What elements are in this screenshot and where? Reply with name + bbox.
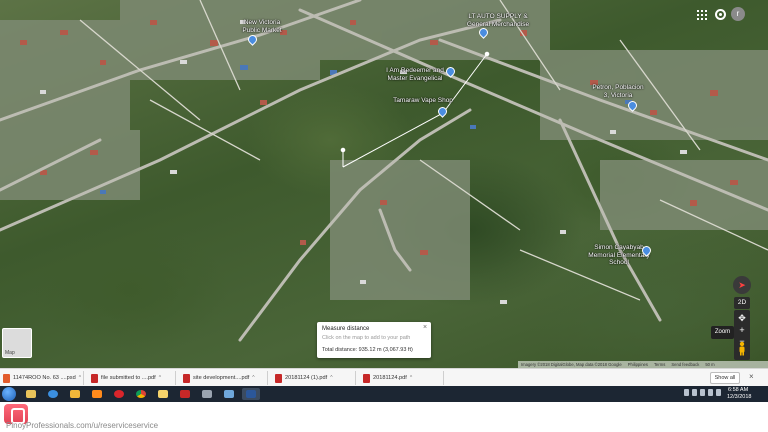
download-item[interactable]: file submitted to ....pdf ^ [88, 371, 176, 385]
file-explorer-icon[interactable] [22, 388, 40, 400]
measure-distance-card: Measure distance × Click on the map to a… [317, 322, 431, 358]
measure-hint: Click on the map to add to your path [322, 335, 411, 341]
scale-label: 50 m [705, 362, 715, 367]
download-filename: 11474ROO No. 63 ....psd [13, 375, 76, 381]
show-all-downloads-button[interactable]: Show all [710, 372, 740, 384]
satellite-map[interactable]: New Victoria Public Market LT AUTO SUPPL… [0, 0, 768, 368]
download-item[interactable]: 20181124 (1).pdf ^ [272, 371, 356, 385]
watermark-text: PinoyProfessionals.com/u/reserviceservic… [6, 421, 159, 430]
measure-total-distance: Total distance: 935.12 m (3,067.93 ft) [322, 347, 413, 353]
pdf-file-icon [3, 373, 10, 383]
pdf-file-icon [183, 373, 190, 383]
zoom-tooltip: Zoom [711, 326, 734, 339]
battery-icon[interactable] [708, 389, 713, 396]
close-icon[interactable]: × [749, 372, 754, 381]
download-item[interactable]: 20181124.pdf ^ [360, 371, 444, 385]
imagery-credit: Imagery ©2018 DigitalGlobe, Map data ©20… [521, 362, 622, 367]
layer-toggle-label: Map [5, 350, 15, 356]
pdf-file-icon [363, 373, 370, 383]
media-player-icon[interactable] [88, 388, 106, 400]
clock-time[interactable]: 6:58 AM [728, 387, 748, 393]
volume-icon[interactable] [700, 389, 705, 396]
region-label: Philippines [627, 362, 648, 367]
account-avatar[interactable]: r [731, 7, 745, 21]
place-label-vape-shop[interactable]: Tamaraw Vape Shop [393, 97, 453, 105]
chevron-up-icon[interactable]: ^ [252, 375, 254, 381]
watermark-footer: PinoyProfessionals.com/u/reserviceservic… [0, 402, 768, 432]
download-item[interactable]: 11474ROO No. 63 ....psd ^ [0, 371, 84, 385]
download-filename: site development....pdf [193, 375, 250, 381]
place-label-lt-auto-supply[interactable]: LT AUTO SUPPLY & General Merchandise [466, 13, 530, 28]
pdf-file-icon [275, 373, 282, 383]
map-attribution: Imagery ©2018 DigitalGlobe, Map data ©20… [518, 361, 768, 368]
place-label-elementary-school[interactable]: Simon Cayabyab Memorial Elementary Schoo… [588, 244, 650, 267]
compass-icon[interactable]: ➤ [733, 276, 751, 294]
apps-grid-icon[interactable] [696, 9, 708, 21]
acrobat-icon[interactable] [176, 388, 194, 400]
pegman-icon[interactable] [737, 341, 747, 356]
folder-icon[interactable] [66, 388, 84, 400]
chrome-icon[interactable] [132, 388, 150, 400]
measure-title: Measure distance [322, 326, 370, 332]
download-filename: 20181124 (1).pdf [285, 375, 328, 381]
download-bar: 11474ROO No. 63 ....psd ^ file submitted… [0, 368, 768, 386]
word-icon[interactable] [242, 388, 260, 400]
view-2d-toggle[interactable]: 2D [734, 297, 750, 309]
close-icon[interactable]: × [423, 324, 427, 331]
flag-icon[interactable] [716, 389, 721, 396]
settings-app-icon[interactable] [198, 388, 216, 400]
files-icon[interactable] [154, 388, 172, 400]
windows-taskbar: 6:58 AM 12/3/2018 [0, 386, 768, 402]
system-tray[interactable] [684, 389, 721, 396]
place-label-public-market[interactable]: New Victoria Public Market [240, 19, 284, 34]
terms-link[interactable]: Terms [654, 361, 665, 368]
remote-desktop-icon[interactable] [220, 388, 238, 400]
download-filename: 20181124.pdf [373, 375, 407, 381]
start-button[interactable] [2, 387, 16, 401]
place-label-petron[interactable]: Petron, Poblacion 3, Victoria [590, 84, 646, 99]
map-layer-toggle[interactable]: Map [2, 328, 32, 358]
notifications-icon[interactable] [715, 9, 726, 20]
pdf-file-icon [91, 373, 98, 383]
send-feedback-link[interactable]: Send feedback [671, 361, 699, 368]
map-terrain [0, 0, 768, 342]
tray-arrow-icon[interactable] [684, 389, 689, 396]
place-label-redeemer-church[interactable]: I Am Redeemer and Master Evangelical [386, 67, 444, 82]
network-icon[interactable] [692, 389, 697, 396]
chevron-up-icon[interactable]: ^ [159, 375, 161, 381]
download-filename: file submitted to ....pdf [101, 375, 156, 381]
chevron-up-icon[interactable]: ^ [330, 375, 332, 381]
chevron-up-icon[interactable]: ^ [79, 375, 81, 381]
internet-explorer-icon[interactable] [44, 388, 62, 400]
clock-date[interactable]: 12/3/2018 [727, 394, 751, 400]
opera-icon[interactable] [110, 388, 128, 400]
download-item[interactable]: site development....pdf ^ [180, 371, 268, 385]
chevron-up-icon[interactable]: ^ [410, 375, 412, 381]
rotate-icon[interactable]: ✥ [734, 312, 750, 324]
